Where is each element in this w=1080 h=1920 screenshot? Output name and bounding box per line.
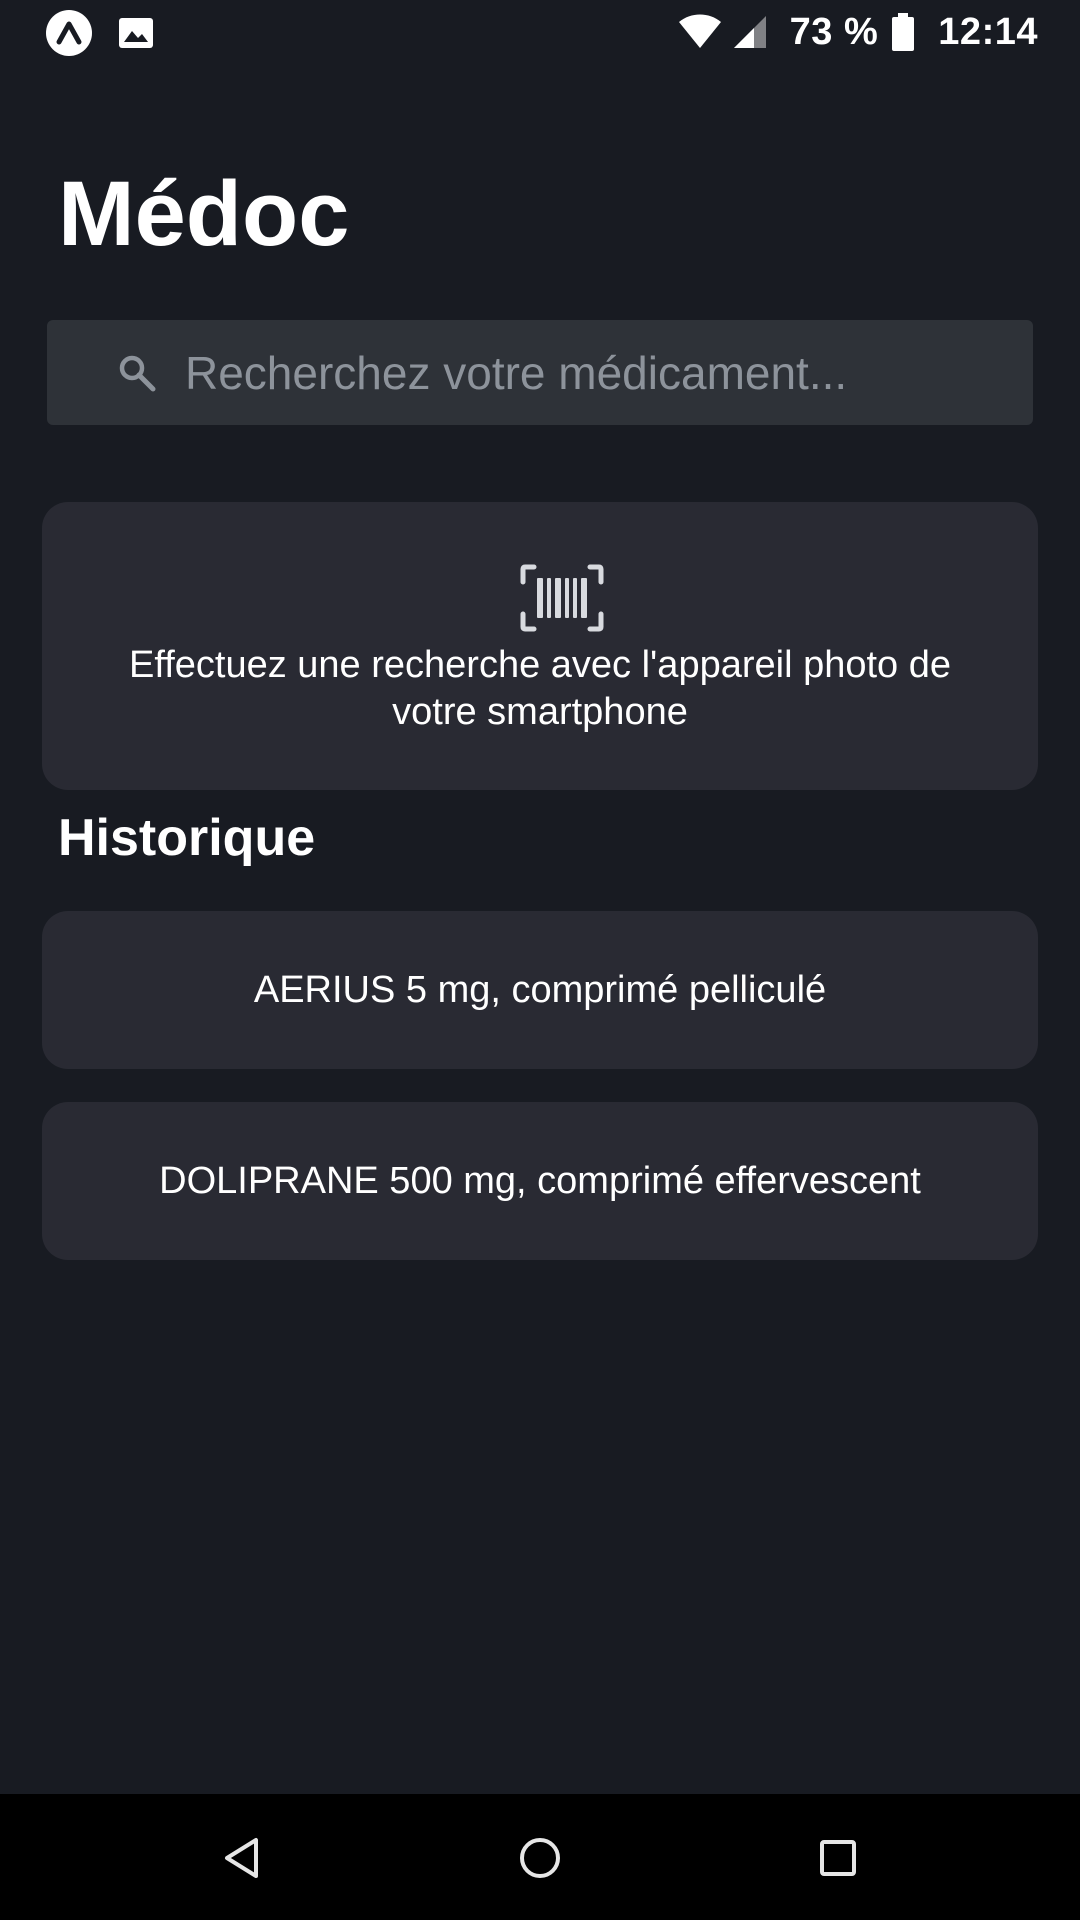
status-time: 12:14 bbox=[938, 10, 1038, 53]
search-bar[interactable] bbox=[47, 320, 1033, 425]
search-input[interactable] bbox=[185, 345, 1005, 400]
search-icon bbox=[119, 355, 156, 391]
scan-card-text: Effectuez une recherche avec l'appareil … bbox=[129, 644, 951, 733]
history-heading: Historique bbox=[58, 809, 316, 867]
page-title: Médoc bbox=[58, 163, 350, 265]
screen: 73 % 12:14 Médoc Recherchez votre médica… bbox=[0, 0, 1080, 1920]
history-item-label: DOLIPRANE 500 mg, comprimé effervescent bbox=[159, 1159, 921, 1202]
image-icon bbox=[116, 13, 156, 53]
status-bar-left bbox=[46, 10, 156, 56]
wifi-icon bbox=[678, 14, 721, 48]
history-item-doliprane[interactable]: DOLIPRANE 500 mg, comprimé effervescent bbox=[42, 1102, 1038, 1260]
recents-square-icon bbox=[820, 1840, 856, 1876]
battery-percentage: 73 % bbox=[789, 10, 879, 53]
home-circle-icon bbox=[520, 1838, 560, 1878]
back-button[interactable] bbox=[214, 1830, 270, 1886]
status-bar-right: 73 % 12:14 bbox=[678, 8, 1038, 56]
status-bar: 73 % 12:14 bbox=[0, 0, 1080, 64]
back-triangle-icon bbox=[225, 1838, 258, 1878]
barcode-scan-card[interactable]: Effectuez une recherche avec l'appareil … bbox=[42, 502, 1038, 790]
history-item-label: AERIUS 5 mg, comprimé pelliculé bbox=[253, 968, 827, 1011]
barcode-scan-icon bbox=[520, 564, 604, 632]
home-button[interactable] bbox=[512, 1830, 568, 1886]
battery-icon bbox=[892, 13, 915, 51]
expo-app-icon bbox=[46, 10, 92, 56]
history-item-aerius[interactable]: AERIUS 5 mg, comprimé pelliculé bbox=[42, 911, 1038, 1069]
signal-icon bbox=[733, 16, 766, 48]
navigation-bar bbox=[0, 1794, 1080, 1920]
recents-button[interactable] bbox=[810, 1830, 866, 1886]
